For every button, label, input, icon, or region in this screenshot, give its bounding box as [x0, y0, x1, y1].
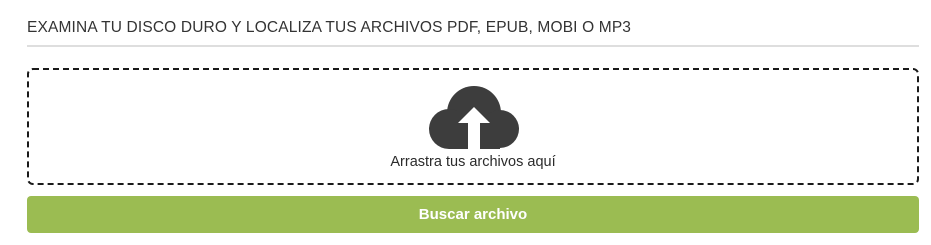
- browse-file-button[interactable]: Buscar archivo: [27, 196, 919, 233]
- file-dropzone[interactable]: Arrastra tus archivos aquí: [27, 68, 919, 185]
- dropzone-label: Arrastra tus archivos aquí: [390, 154, 556, 170]
- cloud-upload-icon: [427, 83, 521, 153]
- title-divider: [27, 45, 919, 47]
- page-title: EXAMINA TU DISCO DURO Y LOCALIZA TUS ARC…: [27, 19, 632, 36]
